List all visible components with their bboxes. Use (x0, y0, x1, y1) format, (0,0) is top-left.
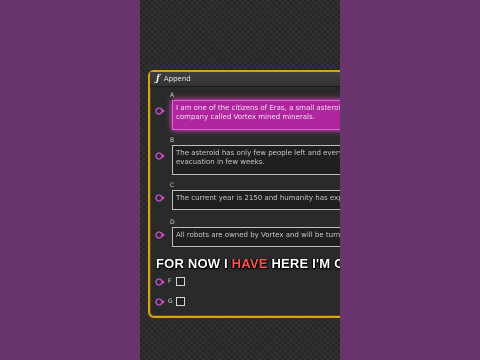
input-text-d[interactable]: All robots are owned by Vortex and will … (172, 227, 340, 247)
exec-pin-icon[interactable] (155, 194, 165, 202)
input-text-b[interactable]: The asteroid has only few people left an… (172, 145, 340, 175)
pin-label-d: D (170, 219, 175, 226)
text-line: company called Vortex mined minerals. (176, 113, 315, 121)
blueprint-graph-canvas[interactable]: ƒ Append A I am one of the citizens of E… (140, 0, 340, 360)
function-icon: ƒ (156, 74, 160, 84)
text-line: I am one of the citizens of Eras, a smal… (176, 104, 340, 112)
exec-pin-icon[interactable] (155, 231, 165, 239)
append-node[interactable]: ƒ Append A I am one of the citizens of E… (148, 70, 340, 318)
text-line: evacuation in few weeks. (176, 158, 265, 166)
caption-part2: HERE I'M ONE (271, 256, 340, 271)
exec-pin-icon[interactable] (155, 152, 165, 160)
caption-part1: FOR NOW I (156, 256, 228, 271)
text-line: The asteroid has only few people left an… (176, 149, 340, 157)
pin-label-b: B (170, 137, 175, 144)
pin-label-f: F (168, 278, 172, 285)
input-text-a[interactable]: I am one of the citizens of Eras, a smal… (172, 100, 340, 130)
input-text-c[interactable]: The current year is 2150 and humanity ha… (172, 190, 340, 210)
caption-highlight: HAVE (231, 256, 268, 271)
pin-label-a: A (170, 92, 175, 99)
checkbox-f[interactable] (176, 277, 185, 286)
node-header[interactable]: ƒ Append (150, 72, 340, 87)
text-line: The current year is 2150 and humanity ha… (176, 194, 340, 202)
checkbox-g[interactable] (176, 297, 185, 306)
exec-pin-icon[interactable] (155, 278, 165, 286)
text-line: All robots are owned by Vortex and will … (176, 231, 340, 239)
node-title: Append (163, 75, 191, 83)
pin-label-c: C (170, 182, 175, 189)
exec-pin-icon[interactable] (155, 107, 165, 115)
video-caption: FOR NOW I HAVE HERE I'M ONE (156, 256, 340, 271)
pin-label-g: G (168, 298, 173, 305)
exec-pin-icon[interactable] (155, 298, 165, 306)
